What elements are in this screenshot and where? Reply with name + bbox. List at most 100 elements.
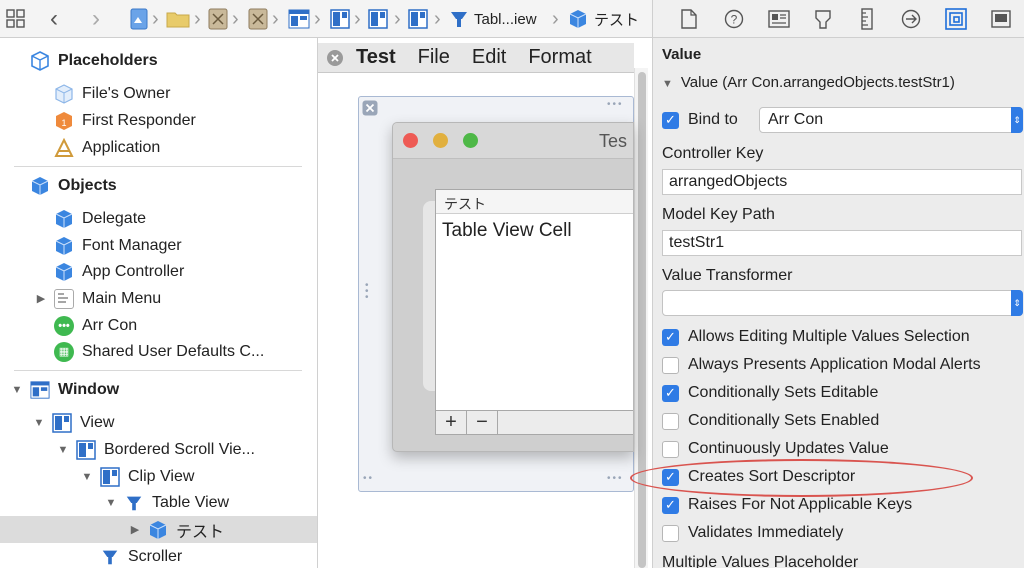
close-icon[interactable] [362, 100, 378, 116]
value-transformer-popup[interactable]: ⇕ [662, 290, 1023, 316]
option-checkbox[interactable]: ✓ Conditionally Sets Editable [662, 380, 878, 406]
outline-item-application[interactable]: Application [0, 134, 317, 161]
outline-item-app-controller[interactable]: App Controller [0, 258, 317, 285]
outline-group-objects[interactable]: Objects [0, 172, 317, 199]
table-view-preview[interactable]: テスト Table View Cell [435, 189, 633, 411]
outline-item-arr-con[interactable]: ••• Arr Con [0, 312, 317, 339]
column-crumb[interactable]: テスト [568, 6, 639, 32]
outline-label: テスト [176, 523, 225, 541]
outline-item-scroller[interactable]: Scroller [0, 543, 317, 568]
window-preview[interactable]: Tes テスト Table View Cell + − [392, 122, 634, 452]
table-column-header[interactable]: テスト [436, 190, 633, 214]
resize-handle-icon[interactable]: ••• [365, 281, 369, 303]
scrollbar-thumb[interactable] [638, 72, 646, 568]
resize-handle-icon[interactable]: ••• [607, 99, 624, 110]
close-icon[interactable] [326, 49, 344, 67]
disclosure-triangle-icon[interactable]: ▼ [56, 444, 70, 456]
outline-group-placeholders[interactable]: Placeholders [0, 47, 317, 74]
array-controller-icon: ••• [54, 315, 74, 336]
model-key-path-field[interactable]: testStr1 [662, 230, 1022, 256]
xib-file-icon[interactable] [248, 6, 268, 32]
remove-button[interactable]: − [467, 411, 498, 434]
outline-label: Scroller [128, 547, 183, 565]
controller-key-field[interactable]: arrangedObjects [662, 169, 1022, 195]
clip-view-icon[interactable] [408, 6, 428, 32]
bind-to-checkbox[interactable]: ✓ Bind to [662, 107, 738, 133]
disclosure-triangle-icon[interactable]: ▼ [662, 78, 673, 90]
outline-item-table-column[interactable]: ▶ テスト [0, 516, 317, 543]
outline-item-files-owner[interactable]: File's Owner [0, 80, 317, 107]
resize-handle-icon[interactable]: ••• [607, 473, 624, 484]
menu-item-edit[interactable]: Edit [472, 46, 506, 69]
crumb-label: Tabl...iew [474, 10, 537, 28]
checkbox-unchecked-icon[interactable] [662, 524, 679, 542]
crumb-separator: › [152, 7, 159, 30]
option-checkbox[interactable]: Validates Immediately [662, 520, 843, 546]
back-button[interactable]: ‹ [50, 5, 58, 32]
option-checkbox[interactable]: ✓ Allows Editing Multiple Values Selecti… [662, 324, 970, 350]
checkbox-checked-icon[interactable]: ✓ [662, 328, 679, 346]
size-icon[interactable] [855, 7, 879, 31]
checkbox-checked-icon[interactable]: ✓ [662, 384, 679, 402]
effects-icon[interactable] [989, 7, 1013, 31]
xib-file-icon[interactable] [208, 6, 228, 32]
table-view-cell[interactable]: Table View Cell [436, 214, 633, 248]
forward-button[interactable]: › [92, 5, 100, 32]
table-view-crumb[interactable]: Tabl...iew [448, 6, 537, 32]
bindings-icon[interactable] [944, 7, 968, 31]
cube-icon [568, 9, 588, 29]
disclosure-triangle-icon[interactable]: ▼ [32, 417, 46, 429]
option-label: Raises For Not Applicable Keys [688, 496, 913, 513]
checkbox-unchecked-icon[interactable] [662, 440, 679, 458]
disclosure-triangle-icon[interactable]: ▼ [80, 471, 94, 483]
connections-icon[interactable] [899, 7, 923, 31]
disclosure-triangle-icon[interactable]: ▼ [104, 497, 118, 509]
view-icon[interactable] [330, 6, 350, 32]
related-items-icon[interactable] [6, 6, 26, 32]
disclosure-triangle-icon[interactable]: ▶ [34, 292, 48, 305]
add-button[interactable]: + [436, 411, 467, 434]
outline-item-clip-view[interactable]: ▼ Clip View [0, 463, 317, 490]
disclosure-triangle-icon[interactable]: ▶ [128, 523, 142, 536]
project-icon[interactable] [130, 6, 148, 32]
help-icon[interactable]: ? [722, 7, 746, 31]
scroll-view-icon[interactable] [368, 6, 388, 32]
canvas-scrollbar[interactable] [634, 68, 648, 568]
file-inspector-icon[interactable] [677, 7, 701, 31]
outline-label: Clip View [128, 467, 195, 485]
checkbox-checked-icon[interactable]: ✓ [662, 111, 679, 129]
checkbox-checked-icon[interactable]: ✓ [662, 496, 679, 514]
outline-item-font-manager[interactable]: Font Manager [0, 232, 317, 259]
window-close-button[interactable] [403, 133, 418, 148]
menu-bar-preview[interactable]: Test File Edit Format [318, 43, 634, 73]
folder-icon[interactable] [166, 6, 190, 32]
checkbox-unchecked-icon[interactable] [662, 412, 679, 430]
value-transformer-label: Value Transformer [662, 267, 793, 284]
menu-item-file[interactable]: File [418, 46, 450, 69]
outline-item-view[interactable]: ▼ View [0, 409, 317, 436]
identity-icon[interactable] [767, 7, 791, 31]
window-zoom-button[interactable] [463, 133, 478, 148]
outline-item-first-responder[interactable]: 1 First Responder [0, 107, 317, 134]
disclosure-triangle-icon[interactable]: ▼ [10, 384, 24, 396]
option-checkbox[interactable]: Continuously Updates Value [662, 436, 889, 462]
outline-label: Placeholders [58, 51, 158, 69]
outline-item-main-menu[interactable]: ▶ Main Menu [0, 285, 317, 312]
binding-disclosure[interactable]: ▼ Value (Arr Con.arrangedObjects.testStr1… [662, 74, 955, 91]
resize-handle-icon[interactable]: •• [363, 473, 374, 484]
attributes-icon[interactable] [811, 7, 835, 31]
option-checkbox[interactable]: Always Presents Application Modal Alerts [662, 352, 981, 378]
menu-item-format[interactable]: Format [528, 46, 591, 69]
outline-item-table-view[interactable]: ▼ Table View [0, 489, 317, 516]
checkbox-unchecked-icon[interactable] [662, 356, 679, 374]
outline-item-shared-user-defaults[interactable]: ▦ Shared User Defaults C... [0, 338, 317, 365]
option-checkbox[interactable]: Conditionally Sets Enabled [662, 408, 879, 434]
window-titlebar[interactable]: Tes [393, 123, 633, 159]
window-minimize-button[interactable] [433, 133, 448, 148]
outline-item-delegate[interactable]: Delegate [0, 205, 317, 232]
bind-to-popup[interactable]: Arr Con ⇕ [759, 107, 1023, 133]
window-icon[interactable] [288, 6, 310, 32]
menu-item-app[interactable]: Test [356, 46, 396, 69]
outline-item-window[interactable]: ▼ Window [0, 376, 317, 403]
outline-item-bordered-scroll-view[interactable]: ▼ Bordered Scroll Vie... [0, 436, 317, 463]
